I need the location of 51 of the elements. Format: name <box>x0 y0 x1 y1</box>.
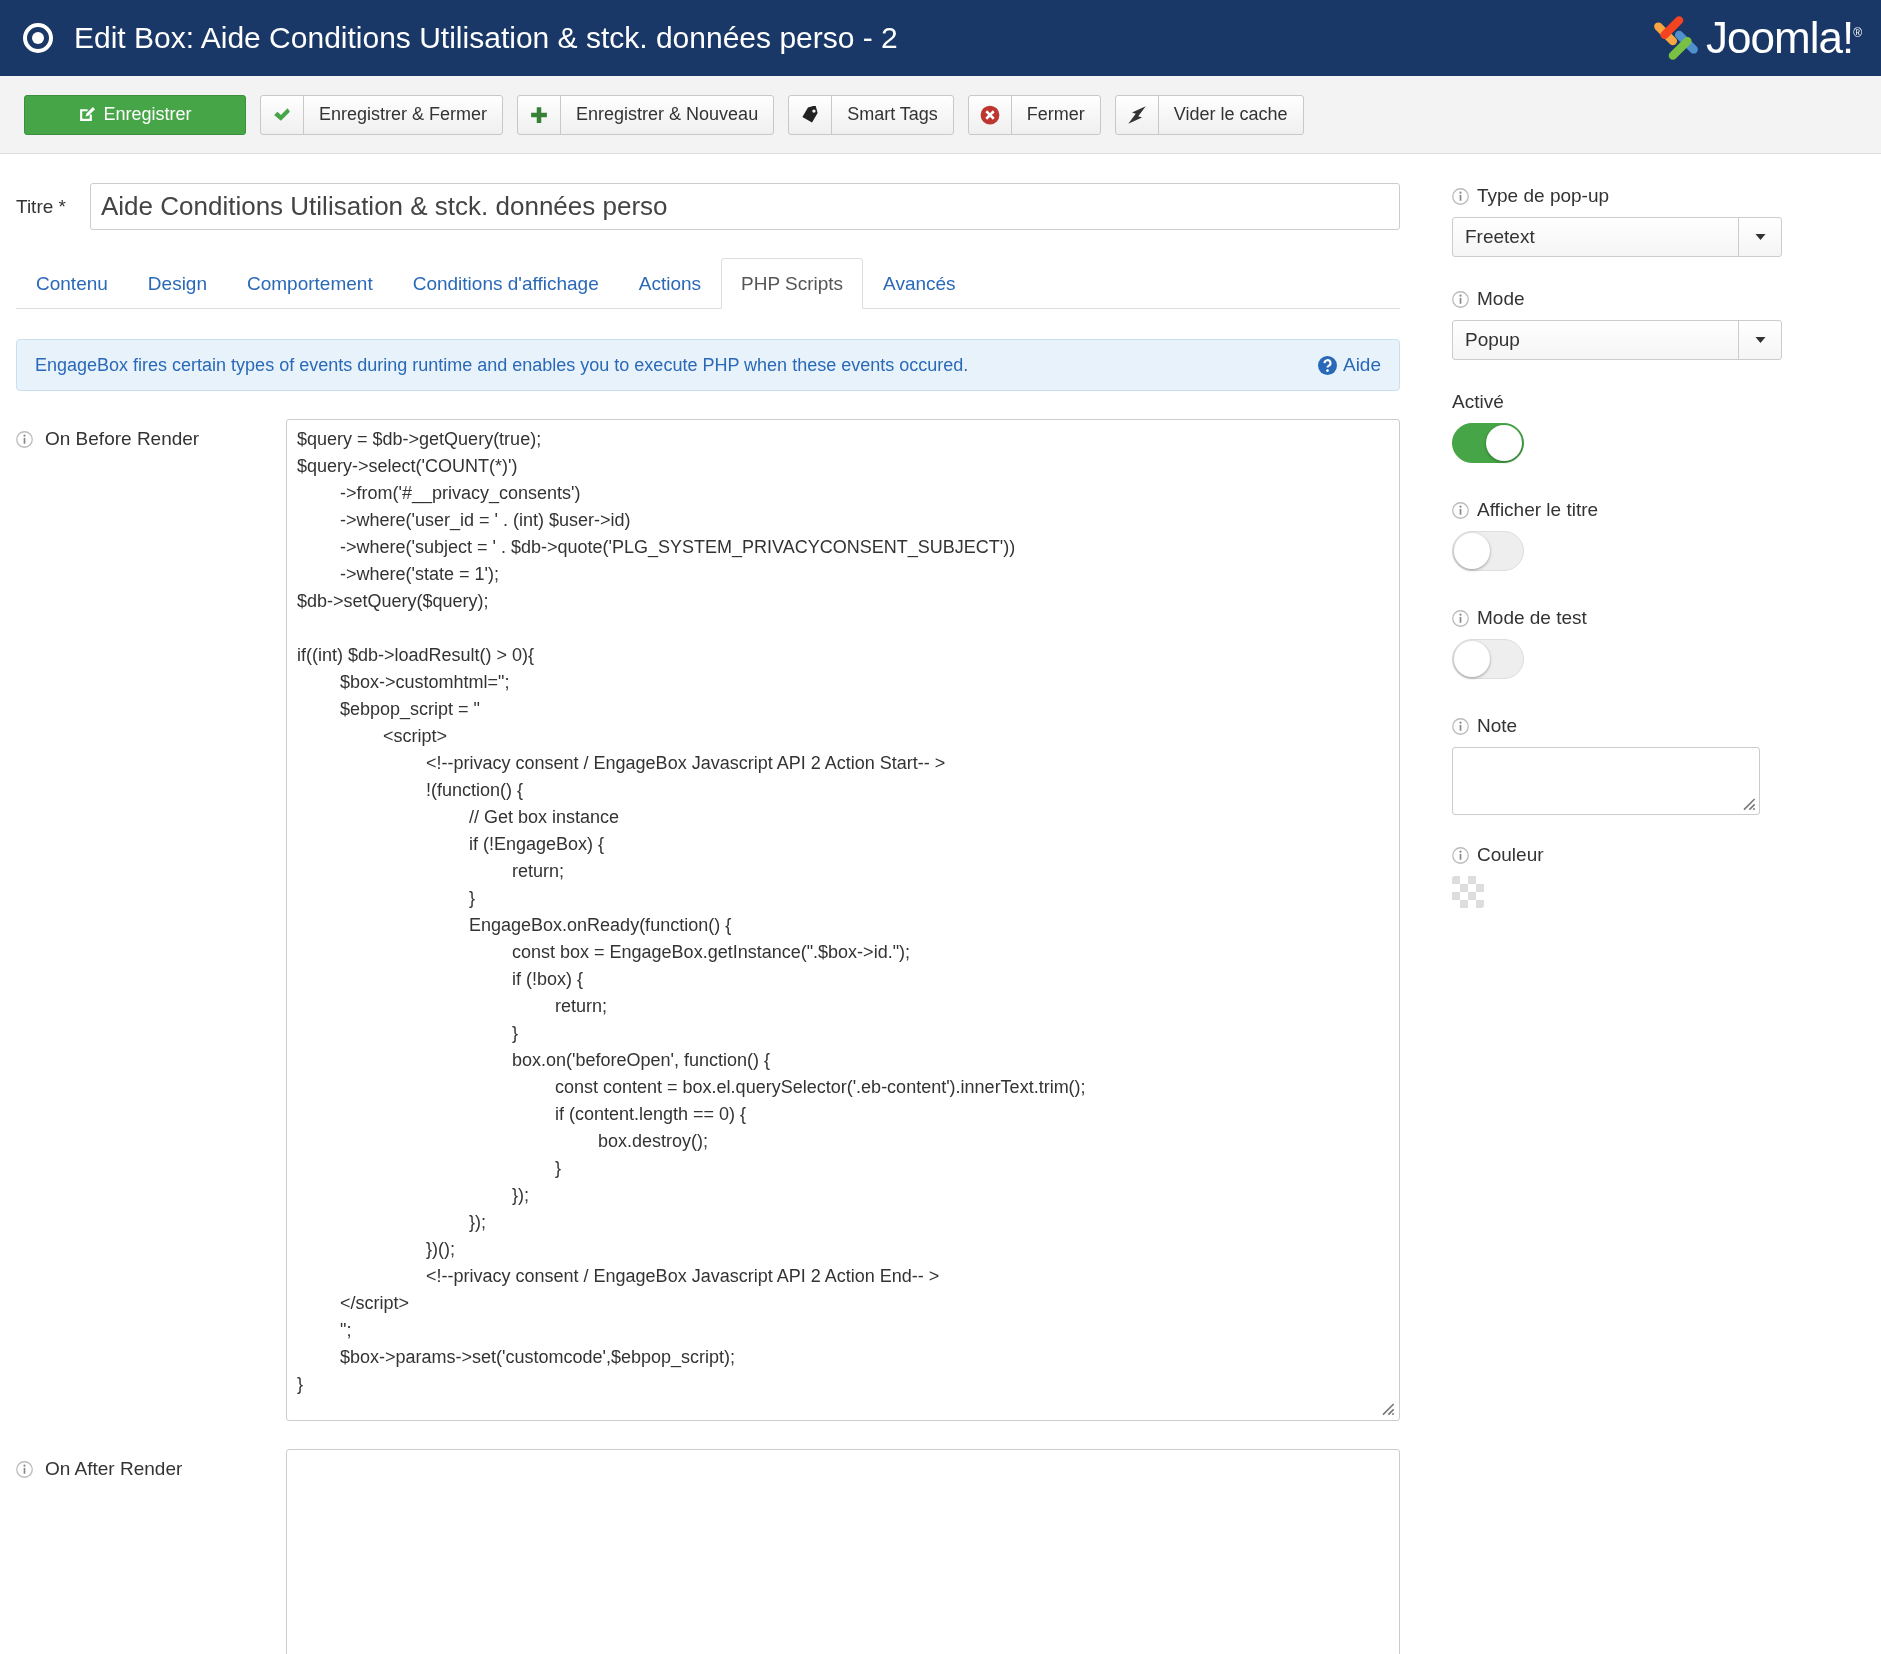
tab[interactable]: Conditions d'affichage <box>392 258 619 309</box>
toolbar-button[interactable]: Enregistrer & Nouveau <box>517 94 775 135</box>
code-field[interactable]: $query = $db->getQuery(true); $query->select('COUNT(*)') ->from('#__privacy_consents') ->where('user_id = ' . (int) $user->id) ->where('subject = ' . $db->quote('PLG_SYSTEM_PRIVACYCONSENT_SUBJECT')) ->where('state = 1'); $db->setQuery($query); if((int) $db->loadResult() > 0){ $box->customhtml="; $ebpop_script = " <script> <!--privacy consent / EngageBox Javascript API 2 Action Start-- > !(function() { // Get box instance if (!EngageBox) { return; } EngageBox.onReady(function() { const box = EngageBox.getInstance(".$box->id."); if (!box) { return; } box.on('beforeOpen', function() { const content = box.el.querySelector('.eb-content').innerText.trim(); if (content.length == 0) { box.destroy(); } }); }); })(); <!--privacy consent / EngageBox Javascript API 2 Action End-- > </script> "; $box->params->set('customcode',$ebpop_script); } <box>286 419 1400 1421</box>
field-label: Type de pop-up <box>1477 185 1610 207</box>
help-link[interactable]: Aide <box>1317 354 1381 376</box>
info-icon <box>1452 187 1469 205</box>
info-icon <box>16 1460 33 1478</box>
tab[interactable]: Design <box>127 258 227 309</box>
alert-text: EngageBox fires certain types of events during runtime and enables you to execute PHP when these events occured. <box>35 354 969 376</box>
field-label: Afficher le titre <box>1477 499 1599 521</box>
field-label: Note <box>1477 715 1518 737</box>
info-icon <box>1452 717 1469 735</box>
dropdown[interactable]: Popup <box>1452 320 1782 360</box>
info-icon <box>16 430 33 448</box>
page-title: Edit Box: Aide Conditions Utilisation & stck. données perso - 2 <box>74 21 899 55</box>
toggle-switch[interactable] <box>1452 423 1524 463</box>
field-label: Mode de test <box>1477 607 1587 629</box>
code-field[interactable] <box>286 1449 1400 1654</box>
field-label: On After Render <box>45 1458 183 1480</box>
info-icon <box>1452 846 1469 864</box>
dropdown[interactable]: Freetext <box>1452 217 1782 257</box>
color-swatch[interactable] <box>1452 876 1484 908</box>
info-icon <box>1452 501 1469 519</box>
logo-text: Joomla!$^{®}$ <box>1706 13 1861 63</box>
toolbar-button[interactable]: Fermer <box>967 94 1101 135</box>
help-icon <box>1317 355 1337 375</box>
toolbar-button[interactable]: Enregistrer & Fermer <box>260 94 504 135</box>
info-icon <box>1452 290 1469 308</box>
tab[interactable]: Actions <box>618 258 721 309</box>
field-label: Activé <box>1452 391 1504 413</box>
tab[interactable]: Contenu <box>16 258 128 309</box>
caret-icon <box>1754 234 1766 240</box>
field-label: Mode <box>1477 288 1525 310</box>
info-icon <box>1452 609 1469 627</box>
tag-icon <box>801 105 820 124</box>
tab[interactable]: PHP Scripts <box>721 258 864 309</box>
tab[interactable]: Comportement <box>227 258 393 309</box>
lightning-icon <box>1126 104 1147 125</box>
field-label: Titre * <box>16 195 67 218</box>
field-label: On Before Render <box>45 428 200 450</box>
field-label: Couleur <box>1477 844 1544 866</box>
note-field[interactable] <box>1452 747 1760 815</box>
toolbar-button[interactable]: Smart Tags <box>788 94 954 135</box>
tab[interactable]: Avancés <box>863 258 976 309</box>
edit-icon <box>78 106 96 123</box>
caret-icon <box>1754 337 1766 343</box>
plus-icon <box>530 105 549 124</box>
toolbar-button[interactable]: Vider le cache <box>1114 94 1304 135</box>
close-icon <box>979 104 1000 125</box>
title-field[interactable]: Aide Conditions Utilisation & stck. données perso <box>90 183 1400 230</box>
target-icon <box>22 22 54 54</box>
